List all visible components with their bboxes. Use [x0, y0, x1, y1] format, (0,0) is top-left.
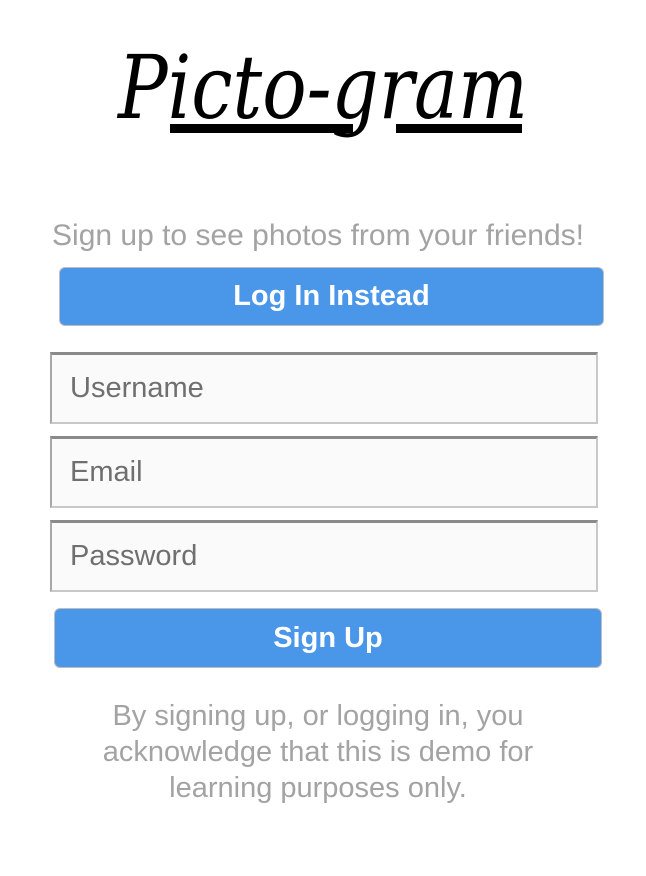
email-input[interactable] [50, 436, 598, 508]
signup-tagline: Sign up to see photos from your friends! [52, 219, 584, 252]
demo-disclaimer: By signing up, or logging in, you acknow… [102, 700, 534, 804]
sign-up-button[interactable]: Sign Up [54, 608, 602, 668]
brand-logo: Picto-gram [0, 20, 646, 180]
logo-text: Picto-gram [116, 36, 528, 139]
password-input[interactable] [50, 520, 598, 592]
log-in-instead-button[interactable]: Log In Instead [59, 267, 604, 326]
username-input[interactable] [50, 352, 598, 424]
logo-wordmark: Picto-gram [116, 36, 528, 139]
